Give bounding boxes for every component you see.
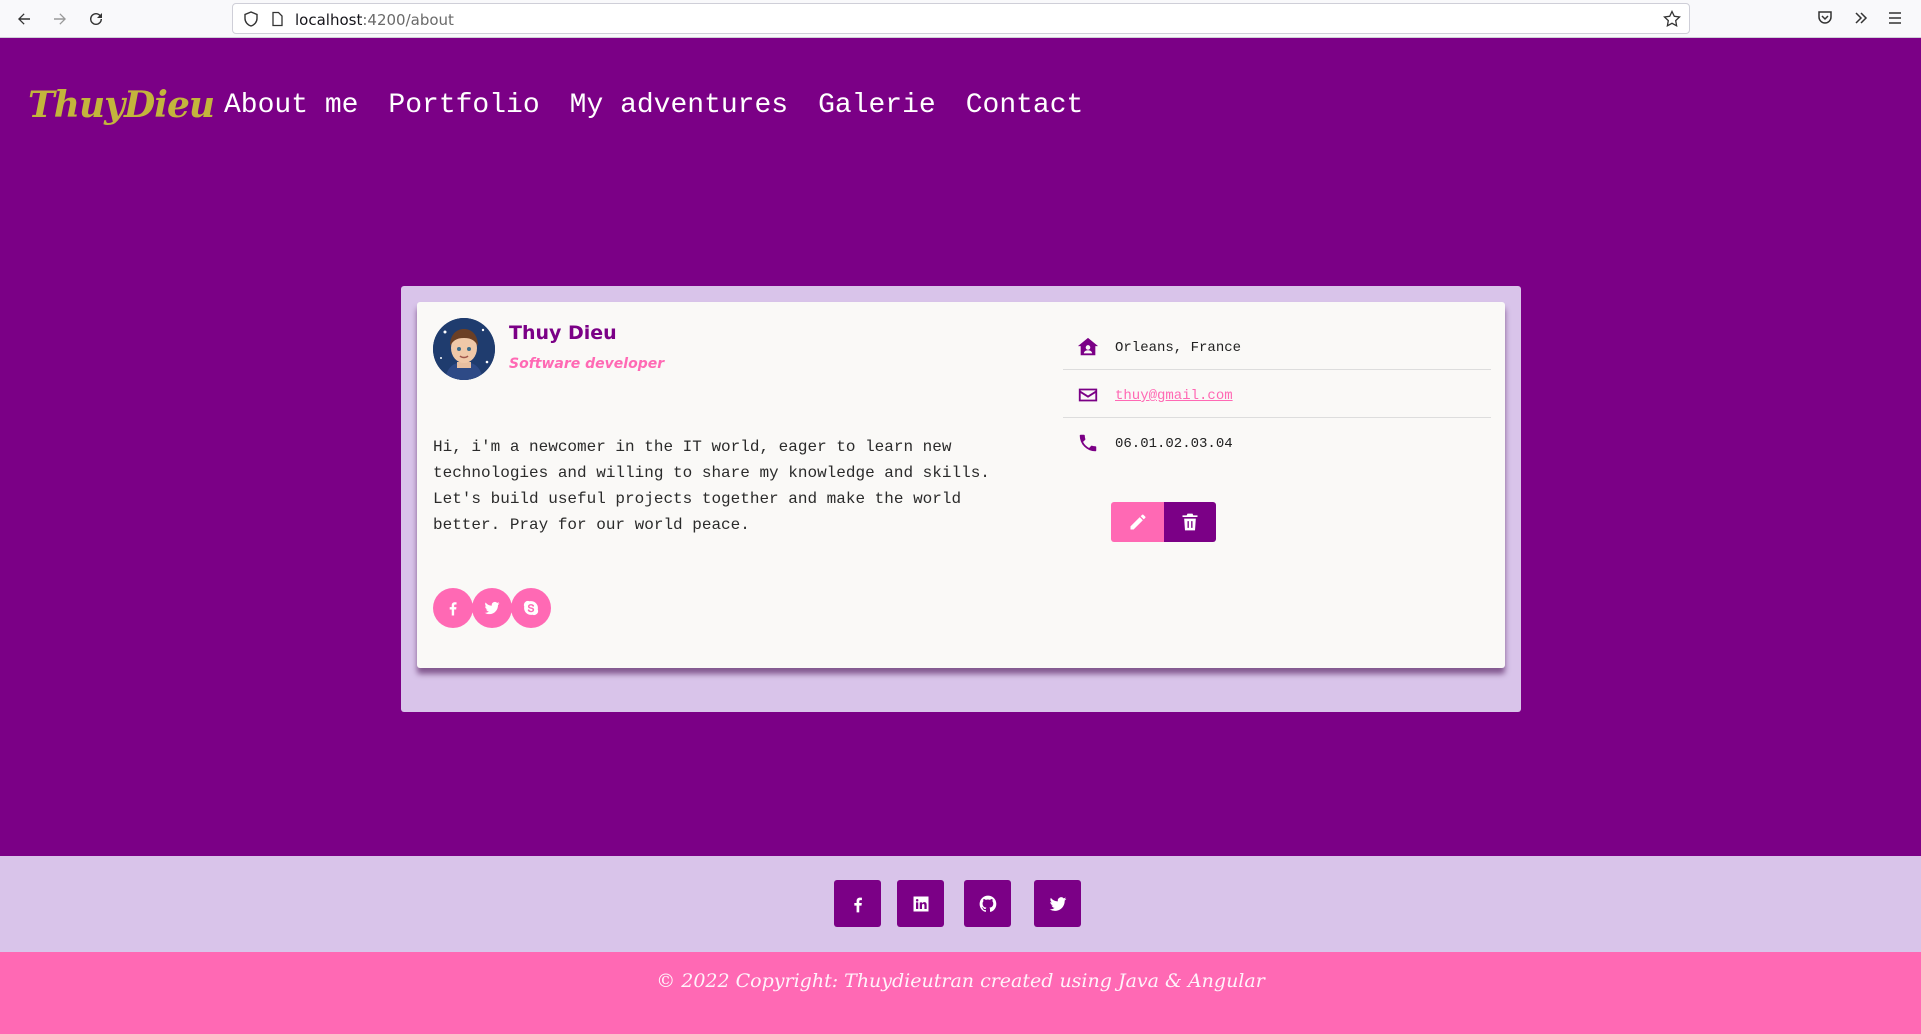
email-row: thuy@gmail.com — [1063, 370, 1491, 418]
envelope-icon — [1078, 388, 1098, 402]
main-nav: About me Portfolio My adventures Galerie… — [224, 90, 1113, 121]
bookmark-star-icon[interactable] — [1663, 10, 1681, 28]
shield-icon[interactable] — [243, 11, 259, 27]
site-header: ThuyDieu About me Portfolio My adventure… — [0, 38, 1921, 178]
profile-card-container: Thuy Dieu Software developer Hi, i'm a n… — [401, 286, 1521, 712]
url-path: :4200/about — [362, 11, 454, 29]
url-bar[interactable]: localhost:4200/about — [232, 3, 1690, 34]
footer-github-button[interactable] — [964, 880, 1011, 927]
pocket-icon[interactable] — [1816, 9, 1834, 27]
nav-contact[interactable]: Contact — [966, 90, 1084, 121]
phone-icon — [1079, 434, 1097, 452]
profile-name: Thuy Dieu — [509, 322, 617, 344]
extensions-chevron-icon[interactable] — [1852, 9, 1870, 27]
profile-bio: Hi, i'm a newcomer in the IT world, eage… — [433, 438, 990, 534]
footer-social-bar — [0, 856, 1921, 952]
skype-button[interactable] — [511, 588, 551, 628]
trash-icon — [1182, 513, 1198, 531]
delete-button[interactable] — [1164, 502, 1216, 542]
edit-button[interactable] — [1111, 502, 1164, 542]
nav-galerie[interactable]: Galerie — [818, 90, 936, 121]
url-host: localhost — [295, 11, 363, 29]
location-row: Orleans, France — [1063, 322, 1491, 370]
skype-icon — [523, 600, 539, 616]
home-user-icon — [1077, 337, 1099, 356]
pencil-icon — [1130, 514, 1145, 530]
url-text[interactable]: localhost:4200/about — [295, 11, 454, 29]
profile-role: Software developer — [509, 356, 665, 372]
menu-icon[interactable] — [1886, 9, 1904, 27]
browser-toolbar: localhost:4200/about — [0, 0, 1921, 38]
nav-portfolio[interactable]: Portfolio — [388, 90, 539, 121]
forward-icon[interactable] — [48, 7, 72, 31]
reload-icon[interactable] — [84, 7, 108, 31]
back-icon[interactable] — [12, 7, 36, 31]
nav-my-adventures[interactable]: My adventures — [570, 90, 788, 121]
facebook-button[interactable] — [433, 588, 473, 628]
page-icon — [272, 11, 283, 27]
twitter-icon — [1049, 896, 1066, 911]
footer-facebook-button[interactable] — [834, 880, 881, 927]
facebook-icon — [853, 897, 862, 912]
footer-twitter-button[interactable] — [1034, 880, 1081, 927]
avatar — [433, 318, 495, 380]
nav-about-me[interactable]: About me — [224, 90, 358, 121]
logo[interactable]: ThuyDieu — [28, 84, 215, 126]
twitter-button[interactable] — [472, 588, 512, 628]
email-link[interactable]: thuy@gmail.com — [1115, 388, 1233, 404]
linkedin-icon — [913, 896, 928, 911]
phone-row: 06.01.02.03.04 — [1063, 418, 1491, 466]
copyright-text: © 2022 Copyright: Thuydieutran created u… — [656, 970, 1265, 992]
location-text: Orleans, France — [1115, 340, 1242, 356]
footer-linkedin-button[interactable] — [897, 880, 944, 927]
profile-card: Thuy Dieu Software developer Hi, i'm a n… — [417, 302, 1505, 668]
footer-copyright-bar: © 2022 Copyright: Thuydieutran created u… — [0, 952, 1921, 1034]
twitter-icon — [484, 601, 500, 615]
phone-text: 06.01.02.03.04 — [1115, 436, 1233, 452]
github-icon — [979, 895, 996, 912]
facebook-icon — [449, 602, 457, 616]
